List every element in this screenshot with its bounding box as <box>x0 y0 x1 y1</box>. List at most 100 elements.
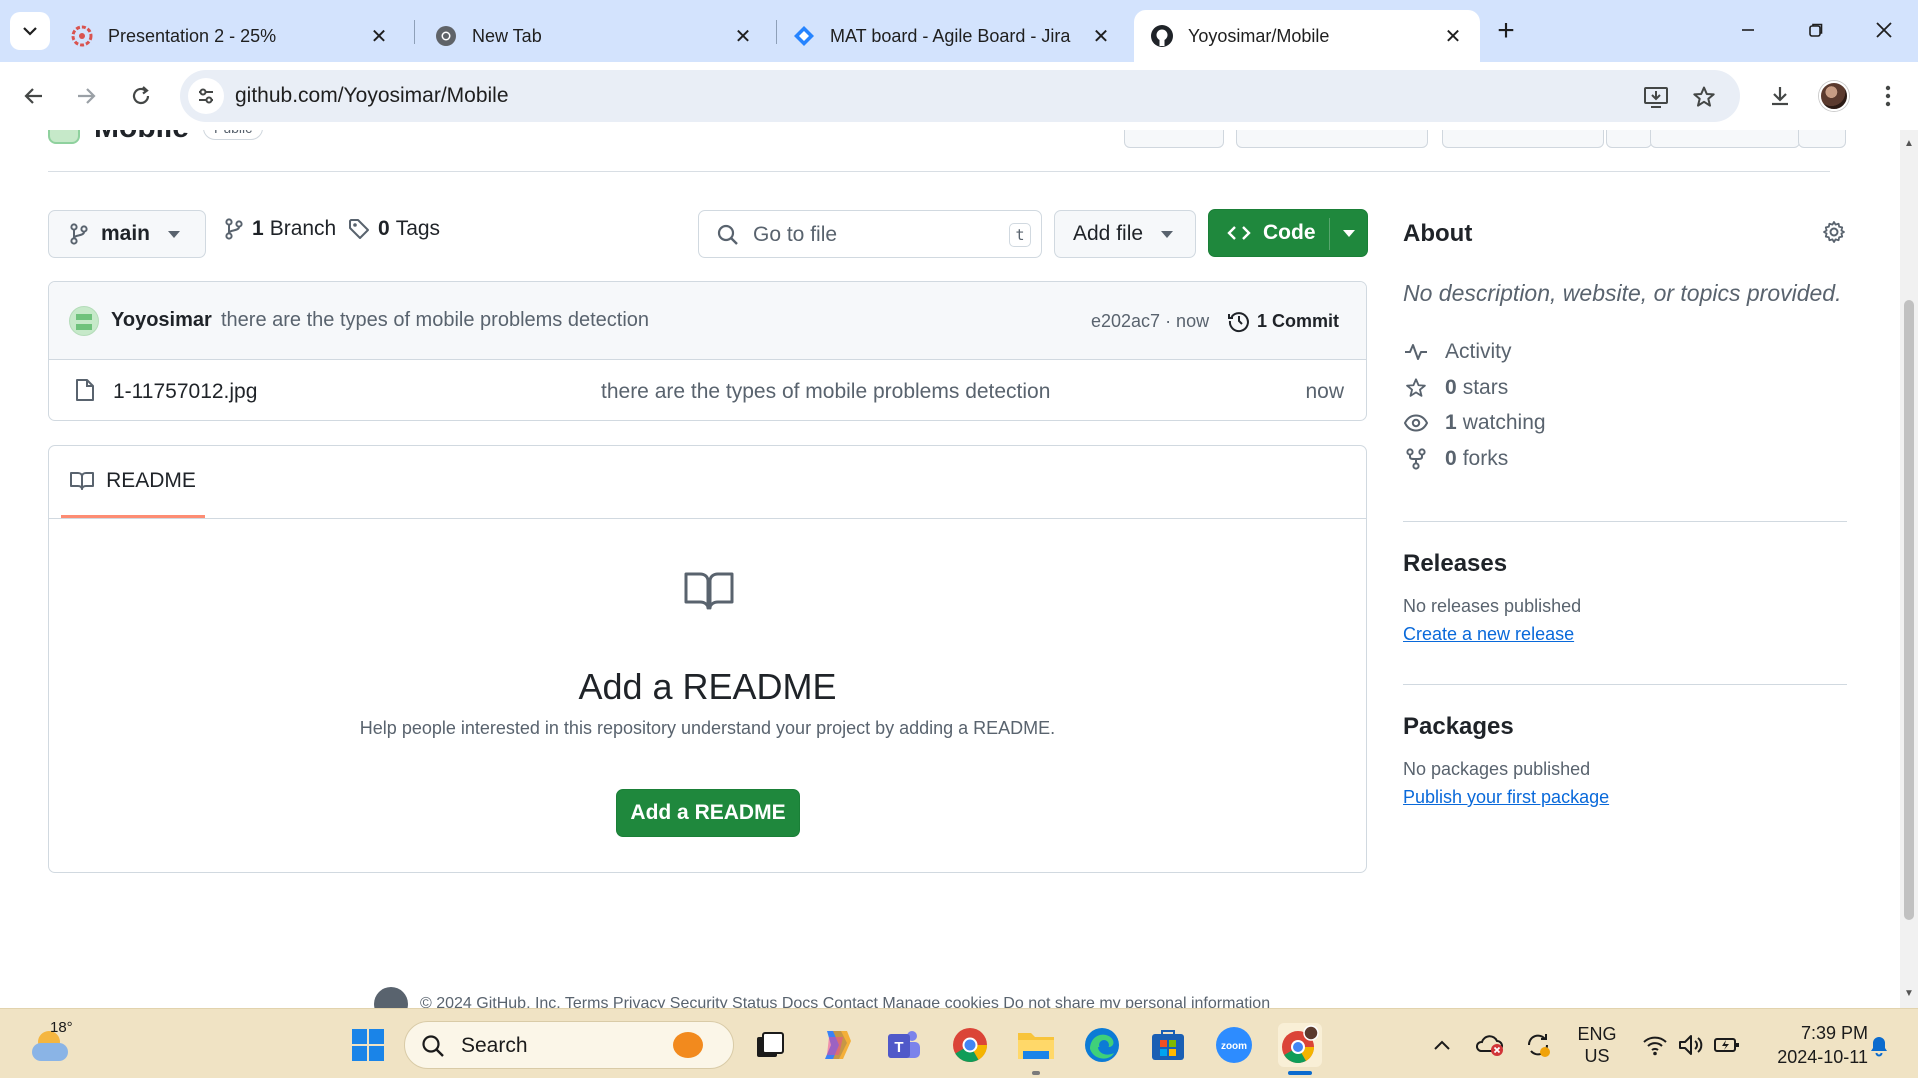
close-icon[interactable]: ✕ <box>1090 25 1112 48</box>
close-icon[interactable]: ✕ <box>732 25 754 48</box>
activity-link[interactable]: Activity <box>1403 337 1512 367</box>
chevron-down-icon <box>1161 230 1174 238</box>
scroll-up-arrow-icon[interactable]: ▲ <box>1903 138 1915 150</box>
notifications-button[interactable] <box>1864 1027 1894 1063</box>
packages-heading[interactable]: Packages <box>1403 713 1514 741</box>
tab-presentation[interactable]: Presentation 2 - 25% ✕ <box>54 10 406 62</box>
bookmark-button[interactable] <box>1690 83 1718 111</box>
address-bar[interactable]: github.com/Yoyosimar/Mobile <box>180 70 1740 122</box>
publish-package-link[interactable]: Publish your first package <box>1403 787 1609 808</box>
tab-jira[interactable]: MAT board - Agile Board - Jira ✕ <box>776 10 1128 62</box>
browser-menu-button[interactable] <box>1868 76 1908 116</box>
file-name-link[interactable]: 1-11757012.jpg <box>113 380 257 404</box>
add-file-button[interactable]: Add file <box>1054 210 1196 258</box>
about-heading: About <box>1403 220 1473 247</box>
footer-links[interactable]: © 2024 GitHub, Inc. Terms Privacy Securi… <box>420 995 1270 1008</box>
about-description: No description, website, or topics provi… <box>1403 280 1842 306</box>
minimize-button[interactable] <box>1726 10 1770 50</box>
back-button[interactable] <box>14 76 54 116</box>
taskbar-app-store[interactable] <box>1146 1023 1190 1067</box>
page-scrollbar[interactable]: ▲ ▼ <box>1900 130 1918 1008</box>
star-button[interactable] <box>1650 130 1800 148</box>
fork-button[interactable] <box>1442 130 1604 148</box>
restore-button[interactable] <box>1794 10 1838 50</box>
commit-sha-time[interactable]: e202ac7 · now <box>1091 311 1209 332</box>
chevron-up-icon <box>1434 1040 1450 1050</box>
releases-heading[interactable]: Releases <box>1403 550 1507 578</box>
wifi-tray-button[interactable] <box>1640 1027 1670 1063</box>
tab-title: Yoyosimar/Mobile <box>1188 25 1330 46</box>
file-commit-message[interactable]: there are the types of mobile problems d… <box>601 380 1050 404</box>
tab-search-button[interactable] <box>10 12 50 50</box>
repo-header: Mobile Public <box>48 130 264 148</box>
book-icon <box>684 571 734 616</box>
commits-link[interactable]: 1 Commit <box>1227 306 1339 336</box>
forks-count: 0 <box>1445 447 1457 470</box>
branches-link[interactable]: 1 Branch <box>224 205 336 253</box>
volume-tray-button[interactable] <box>1676 1027 1706 1063</box>
unwatch-button[interactable] <box>1236 130 1428 148</box>
tab-readme[interactable]: README <box>61 446 205 518</box>
bell-icon <box>1871 1037 1887 1057</box>
readme-panel: README Add a README Help people interest… <box>48 445 1367 873</box>
create-release-link[interactable]: Create a new release <box>1403 624 1574 645</box>
scrollbar-thumb[interactable] <box>1904 300 1914 920</box>
scroll-down-arrow-icon[interactable]: ▼ <box>1903 988 1915 1000</box>
search-icon <box>421 1034 445 1063</box>
language-region: US <box>1584 1046 1610 1066</box>
taskbar-app-teams[interactable]: T <box>882 1023 926 1067</box>
tab-github-active[interactable]: Yoyosimar/Mobile ✕ <box>1134 10 1480 62</box>
sync-tray-button[interactable] <box>1522 1027 1554 1063</box>
pin-button[interactable] <box>1124 130 1224 148</box>
site-info-button[interactable] <box>188 78 224 114</box>
show-hidden-icons-button[interactable] <box>1430 1027 1454 1063</box>
reload-button[interactable] <box>121 76 161 116</box>
forward-button[interactable] <box>66 76 106 116</box>
fork-dropdown-button[interactable] <box>1606 130 1652 148</box>
cloud-error-icon <box>1475 1035 1503 1056</box>
weather-widget[interactable]: 18° <box>28 1019 73 1067</box>
start-button[interactable] <box>346 1023 390 1067</box>
input-language-indicator[interactable]: ENG US <box>1572 1023 1622 1067</box>
github-logo-icon[interactable] <box>374 987 408 1008</box>
taskbar-search-input[interactable]: Search <box>404 1021 734 1069</box>
branch-select-button[interactable]: main <box>48 210 206 258</box>
add-readme-button[interactable]: Add a README <box>616 789 800 837</box>
taskbar-app-copilot[interactable] <box>815 1023 859 1067</box>
file-explorer-icon <box>1018 1033 1054 1059</box>
watching-count: 1 <box>1445 411 1457 434</box>
tags-link[interactable]: 0 Tags <box>348 205 440 253</box>
onedrive-tray-button[interactable] <box>1474 1027 1506 1063</box>
chevron-down-icon <box>168 230 181 238</box>
close-window-button[interactable] <box>1862 10 1906 50</box>
fork-icon <box>1403 448 1429 470</box>
forks-link[interactable]: 0 forks <box>1403 444 1508 474</box>
tab-new-tab[interactable]: New Tab ✕ <box>418 10 770 62</box>
taskbar-app-edge[interactable] <box>1080 1023 1124 1067</box>
taskbar-clock[interactable]: 7:39 PM 2024-10-11 <box>1752 1021 1868 1069</box>
avatar[interactable] <box>69 306 99 336</box>
downloads-button[interactable] <box>1760 76 1800 116</box>
star-dropdown-button[interactable] <box>1798 130 1846 148</box>
code-button[interactable]: Code <box>1208 209 1368 257</box>
commit-author[interactable]: Yoyosimar <box>111 309 212 332</box>
microsoft-store-icon <box>1152 1030 1184 1060</box>
gear-icon[interactable] <box>1822 220 1846 249</box>
repo-name[interactable]: Mobile <box>94 130 189 145</box>
new-tab-button[interactable]: + <box>1488 13 1524 49</box>
taskbar-app-chrome-profile[interactable] <box>1278 1023 1322 1067</box>
taskbar-app-task-view[interactable] <box>748 1023 792 1067</box>
taskbar-app-zoom[interactable]: zoom <box>1212 1023 1256 1067</box>
watchers-link[interactable]: 1 watching <box>1403 408 1546 438</box>
close-icon[interactable]: ✕ <box>368 25 390 48</box>
commit-message[interactable]: there are the types of mobile problems d… <box>221 309 649 332</box>
taskbar-app-file-explorer[interactable] <box>1014 1023 1058 1067</box>
taskbar-app-chrome[interactable] <box>948 1023 992 1067</box>
close-icon[interactable]: ✕ <box>1442 25 1464 48</box>
battery-tray-button[interactable] <box>1712 1027 1742 1063</box>
install-app-button[interactable] <box>1642 83 1670 111</box>
sidebar-divider <box>1403 521 1847 522</box>
stars-link[interactable]: 0 stars <box>1403 373 1508 403</box>
go-to-file-input[interactable]: Go to file t <box>698 210 1042 258</box>
profile-button[interactable] <box>1814 76 1854 116</box>
